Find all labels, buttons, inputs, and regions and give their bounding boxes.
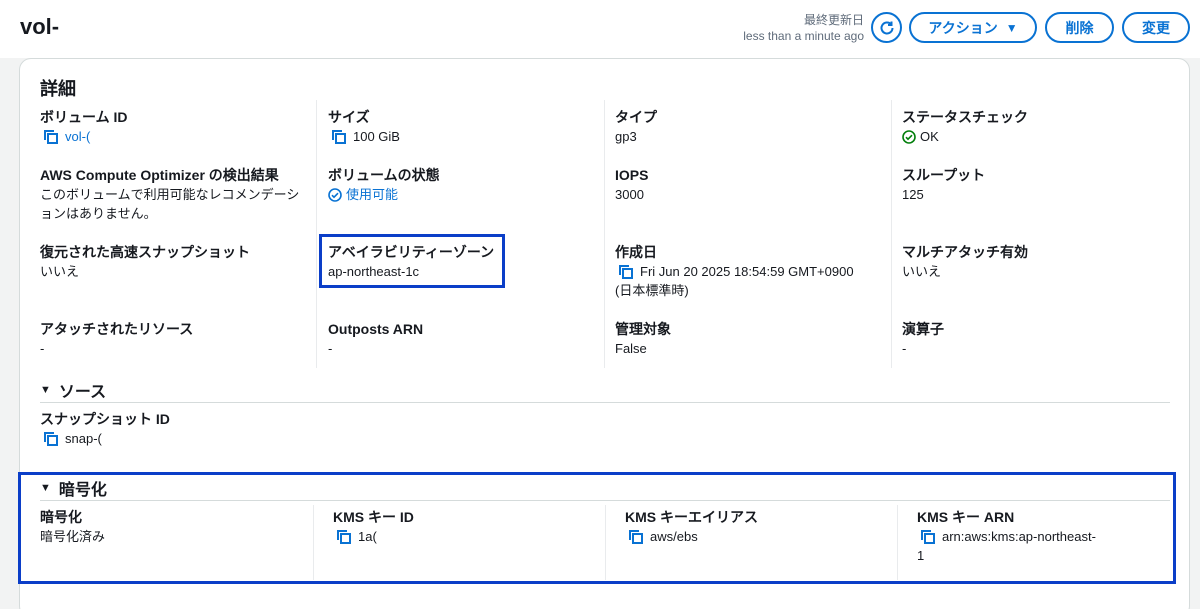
last-updated: 最終更新日 less than a minute ago: [743, 12, 864, 44]
caret-down-icon: ▼: [40, 384, 51, 396]
field-label: Outposts ARN: [328, 321, 424, 337]
managed-value: False: [615, 341, 647, 356]
highlight-az: [319, 234, 505, 288]
volume-state-value: 使用可能: [328, 185, 440, 204]
field-label: 復元された高速スナップショット: [40, 244, 250, 260]
field-label: 作成日: [615, 244, 657, 260]
field-status-check: ステータスチェック OK: [902, 108, 1028, 146]
field-label: タイプ: [615, 109, 657, 125]
field-label: ステータスチェック: [902, 109, 1028, 125]
created-text: Fri Jun 20 2025 18:54:59 GMT+0900: [640, 264, 854, 279]
volume-state-text: 使用可能: [346, 187, 399, 202]
optimizer-value: このボリュームで利用可能なレコメンデーションはありません。: [40, 187, 300, 221]
field-managed: 管理対象 False: [615, 320, 671, 358]
page-title: vol-: [20, 14, 60, 39]
caret-down-icon: ▼: [1005, 20, 1018, 35]
iops-value: 3000: [615, 187, 644, 202]
field-snapshot-id: スナップショット ID snap-(: [40, 410, 170, 448]
outposts-arn-value: -: [328, 341, 333, 356]
field-created: 作成日 Fri Jun 20 2025 18:54:59 GMT+0900 (日…: [615, 243, 854, 300]
created-value: Fri Jun 20 2025 18:54:59 GMT+0900: [615, 262, 854, 281]
copy-icon[interactable]: [618, 264, 634, 280]
fast-snapshot-value: いいえ: [40, 264, 80, 279]
source-title: ソース: [58, 384, 107, 401]
field-operator: 演算子 -: [902, 320, 944, 358]
field-fast-snapshot: 復元された高速スナップショット いいえ: [40, 243, 250, 281]
operator-value: -: [902, 341, 907, 356]
field-label: アタッチされたリソース: [40, 321, 194, 337]
field-label: ボリューム ID: [40, 109, 128, 125]
column-divider: [891, 100, 892, 368]
page-header: vol- 最終更新日 less than a minute ago アクション …: [0, 0, 1200, 58]
volume-id-text: vol-(: [65, 129, 91, 144]
snapshot-id-text: snap-(: [65, 431, 102, 446]
volume-id-value[interactable]: vol-(: [40, 127, 127, 146]
attached-resources-value: -: [40, 341, 45, 356]
field-optimizer: AWS Compute Optimizer の検出結果 このボリュームで利用可能…: [40, 166, 305, 223]
field-multi-attach: マルチアタッチ有効 いいえ: [902, 243, 1028, 281]
last-updated-value: less than a minute ago: [743, 29, 864, 43]
copy-icon[interactable]: [43, 431, 59, 447]
field-size: サイズ 100 GiB: [328, 108, 400, 146]
copy-icon[interactable]: [43, 129, 59, 145]
delete-button[interactable]: 削除: [1045, 12, 1114, 43]
type-value: gp3: [615, 129, 637, 144]
column-divider: [604, 100, 605, 368]
field-label: マルチアタッチ有効: [902, 244, 1028, 260]
field-label: 管理対象: [615, 321, 671, 337]
field-iops: IOPS 3000: [615, 166, 648, 204]
field-attached-resources: アタッチされたリソース -: [40, 320, 193, 358]
copy-icon[interactable]: [331, 129, 347, 145]
field-label: スナップショット ID: [40, 411, 170, 427]
field-label: スループット: [902, 167, 986, 183]
refresh-icon: [880, 21, 893, 34]
field-label: IOPS: [615, 167, 649, 183]
details-title: 詳細: [40, 79, 76, 99]
field-volume-state: ボリュームの状態 使用可能: [328, 166, 440, 204]
refresh-button[interactable]: [871, 12, 902, 43]
column-divider: [316, 100, 317, 368]
check-circle-icon: [902, 129, 916, 144]
field-throughput: スループット 125: [902, 166, 985, 204]
throughput-value: 125: [902, 187, 924, 202]
status-check-value: OK: [902, 127, 1028, 146]
field-outposts-arn: Outposts ARN -: [328, 320, 423, 358]
status-check-text: OK: [920, 129, 939, 144]
size-text: 100 GiB: [353, 129, 400, 144]
snapshot-id-value[interactable]: snap-(: [40, 429, 170, 448]
size-value: 100 GiB: [328, 127, 400, 146]
field-label: AWS Compute Optimizer の検出結果: [40, 167, 279, 183]
multi-attach-value: いいえ: [902, 264, 942, 279]
last-updated-label: 最終更新日: [803, 13, 864, 27]
field-type: タイプ gp3: [615, 108, 657, 146]
field-volume-id: ボリューム ID vol-(: [40, 108, 127, 146]
field-label: 演算子: [902, 321, 944, 337]
field-label: サイズ: [328, 109, 370, 125]
actions-button-label: アクション: [928, 19, 998, 36]
edit-button[interactable]: 変更: [1122, 12, 1190, 43]
source-section-toggle[interactable]: ▼ ソース: [40, 378, 106, 402]
highlight-encryption: [18, 472, 1176, 584]
created-timezone: (日本標準時): [615, 283, 689, 298]
field-label: ボリュームの状態: [328, 167, 440, 183]
check-circle-icon: [328, 187, 342, 202]
actions-button[interactable]: アクション ▼: [909, 12, 1037, 43]
section-divider: [40, 402, 1170, 403]
